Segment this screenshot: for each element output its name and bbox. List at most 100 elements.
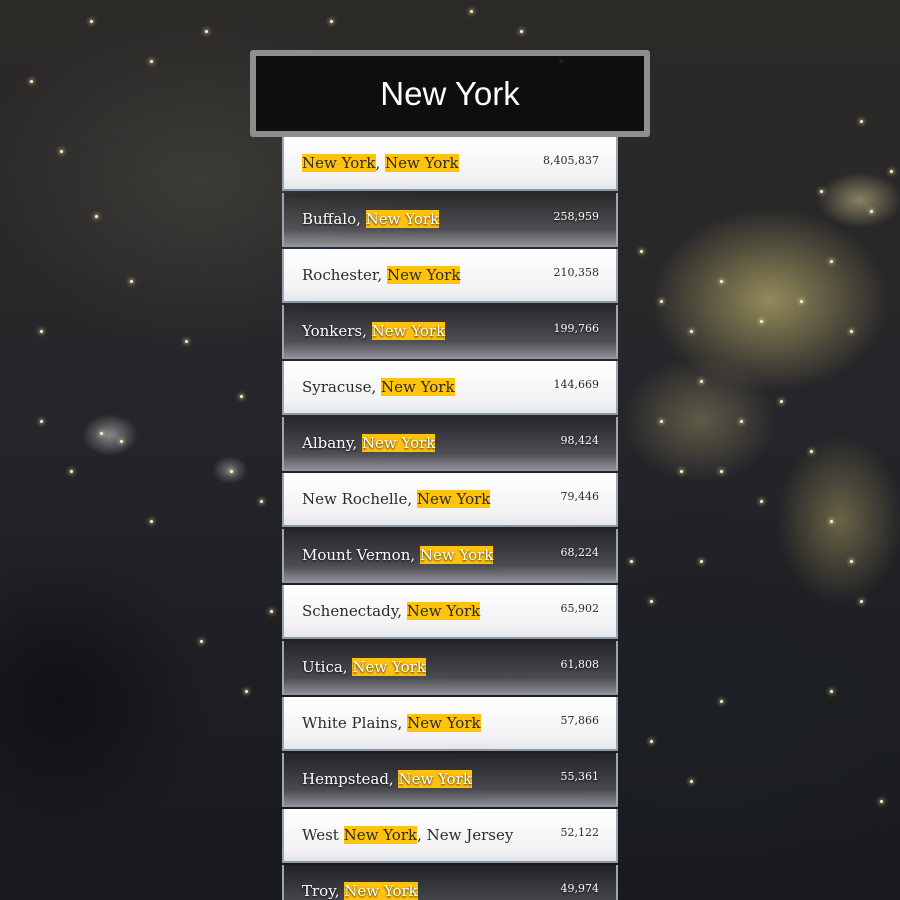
city-light xyxy=(90,20,93,23)
match-highlight: New York xyxy=(371,322,446,340)
list-item[interactable]: Syracuse, New York 144,669 xyxy=(282,361,618,415)
city-light xyxy=(860,120,863,123)
city-light xyxy=(520,30,523,33)
city-light xyxy=(630,560,633,563)
city-light xyxy=(780,400,783,403)
city-light xyxy=(230,470,233,473)
result-population: 199,766 xyxy=(553,322,600,335)
match-highlight: New York xyxy=(365,210,440,228)
result-name: Hempstead, New York xyxy=(302,770,472,788)
result-population: 8,405,837 xyxy=(543,154,599,167)
result-population: 68,224 xyxy=(560,546,600,559)
search-input[interactable] xyxy=(256,56,644,131)
list-item[interactable]: New Rochelle, New York 79,446 xyxy=(282,473,618,527)
city-light xyxy=(820,190,823,193)
city-light xyxy=(800,300,803,303)
city-light xyxy=(130,280,133,283)
list-item[interactable]: White Plains, New York 57,866 xyxy=(282,697,618,751)
city-light xyxy=(720,280,723,283)
city-light xyxy=(720,470,723,473)
city-light xyxy=(690,780,693,783)
city-light xyxy=(700,380,703,383)
result-population: 52,122 xyxy=(560,826,600,839)
list-item[interactable]: Yonkers, New York 199,766 xyxy=(282,305,618,359)
result-name: Yonkers, New York xyxy=(302,322,446,340)
match-highlight: New York xyxy=(419,546,494,564)
list-item[interactable]: Buffalo, New York 258,959 xyxy=(282,193,618,247)
list-item[interactable]: West New York, New Jersey 52,122 xyxy=(282,809,618,863)
result-name: Utica, New York xyxy=(302,658,426,676)
city-light xyxy=(870,210,873,213)
city-light xyxy=(650,740,653,743)
result-population: 57,866 xyxy=(560,714,600,727)
city-light xyxy=(470,10,473,13)
city-light xyxy=(70,470,73,473)
match-highlight: New York xyxy=(398,770,472,788)
city-light xyxy=(650,600,653,603)
list-item[interactable]: Troy, New York 49,974 xyxy=(282,865,618,900)
city-light xyxy=(260,500,263,503)
match-highlight: New York xyxy=(416,490,491,508)
city-light xyxy=(100,432,103,435)
city-light xyxy=(150,520,153,523)
match-highlight: New York xyxy=(407,714,481,732)
result-population: 65,902 xyxy=(560,602,600,615)
match-highlight: New York xyxy=(386,266,461,284)
result-name: Buffalo, New York xyxy=(302,210,440,228)
result-population: 49,974 xyxy=(560,882,600,895)
match-highlight: New York xyxy=(344,882,418,900)
match-highlight: New York xyxy=(343,826,418,844)
result-name: Rochester, New York xyxy=(302,266,461,284)
list-item[interactable]: Mount Vernon, New York 68,224 xyxy=(282,529,618,583)
city-light xyxy=(680,470,683,473)
result-name: Schenectady, New York xyxy=(302,602,481,620)
city-light xyxy=(40,330,43,333)
result-population: 98,424 xyxy=(560,434,600,447)
city-light xyxy=(860,600,863,603)
result-population: 258,959 xyxy=(553,210,600,223)
city-light xyxy=(205,30,208,33)
result-name: West New York, New Jersey xyxy=(302,826,514,844)
result-name: White Plains, New York xyxy=(302,714,481,732)
city-light xyxy=(660,420,663,423)
list-item[interactable]: Hempstead, New York 55,361 xyxy=(282,753,618,807)
city-light xyxy=(700,560,703,563)
result-list: New York, New York 8,405,837 Buffalo, Ne… xyxy=(282,137,618,900)
city-light xyxy=(40,420,43,423)
city-light xyxy=(850,330,853,333)
list-item[interactable]: Rochester, New York 210,358 xyxy=(282,249,618,303)
result-population: 79,446 xyxy=(560,490,600,503)
city-light xyxy=(690,330,693,333)
city-light xyxy=(30,80,33,83)
city-light xyxy=(200,640,203,643)
city-light xyxy=(120,440,123,443)
result-name: Syracuse, New York xyxy=(302,378,455,396)
city-light xyxy=(185,340,188,343)
list-item[interactable]: Utica, New York 61,808 xyxy=(282,641,618,695)
city-light xyxy=(830,690,833,693)
result-name: New Rochelle, New York xyxy=(302,490,491,508)
match-highlight: New York xyxy=(361,434,436,452)
city-light xyxy=(880,800,883,803)
city-light xyxy=(830,260,833,263)
city-light xyxy=(720,700,723,703)
result-name: New York, New York xyxy=(302,154,459,172)
list-item[interactable]: Schenectady, New York 65,902 xyxy=(282,585,618,639)
list-item[interactable]: Albany, New York 98,424 xyxy=(282,417,618,471)
result-population: 144,669 xyxy=(553,378,600,391)
match-highlight: New York xyxy=(381,378,455,396)
result-name: Albany, New York xyxy=(302,434,436,452)
city-light xyxy=(760,500,763,503)
result-population: 61,808 xyxy=(560,658,600,671)
city-light xyxy=(270,610,273,613)
city-light xyxy=(60,150,63,153)
match-highlight: New York xyxy=(352,658,426,676)
search-box[interactable] xyxy=(250,50,650,137)
match-highlight: New York xyxy=(302,154,376,172)
match-highlight: New York xyxy=(385,154,459,172)
list-item[interactable]: New York, New York 8,405,837 xyxy=(282,137,618,191)
result-name: Troy, New York xyxy=(302,882,418,900)
city-light xyxy=(760,320,763,323)
result-population: 210,358 xyxy=(553,266,600,279)
city-light xyxy=(850,560,853,563)
